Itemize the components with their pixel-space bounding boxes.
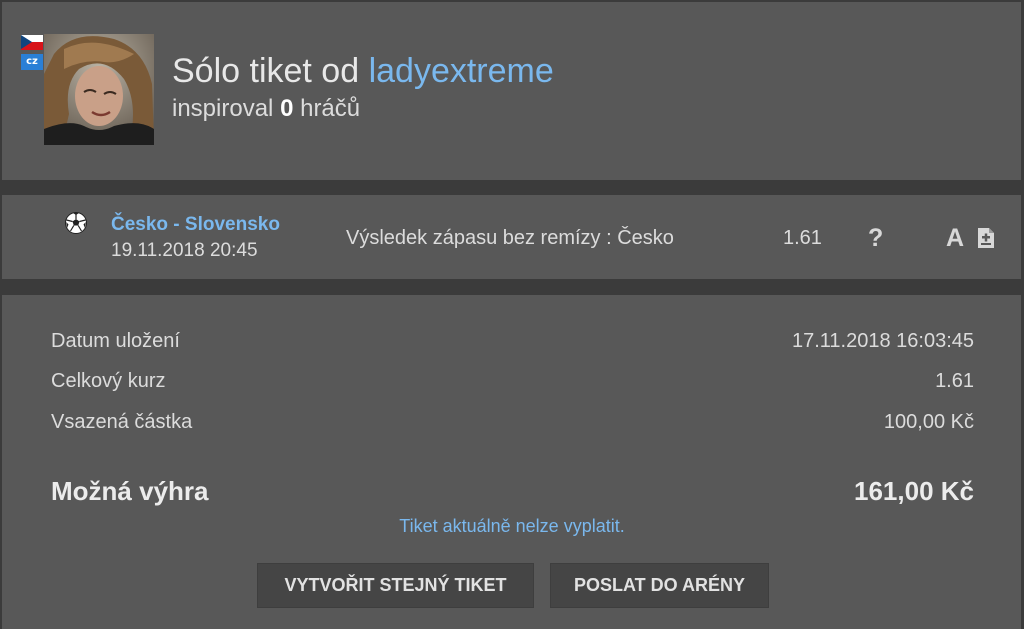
- avatar[interactable]: [44, 34, 154, 145]
- inspired-prefix: inspiroval: [172, 95, 274, 122]
- analysis-a-icon[interactable]: A: [946, 224, 964, 253]
- page-title: Sólo tiket od ladyextreme: [172, 52, 554, 91]
- soccer-ball-icon: [65, 212, 87, 234]
- saved-date-label: Datum uložení: [51, 330, 180, 352]
- question-icon[interactable]: ?: [868, 224, 883, 253]
- saved-date-value: 17.11.2018 16:03:45: [791, 330, 974, 352]
- create-same-ticket-button[interactable]: Vytvořit stejný tiket: [257, 563, 534, 608]
- username-link[interactable]: ladyextreme: [369, 52, 554, 90]
- inspired-line: inspiroval 0 hráčů: [172, 95, 360, 123]
- stake-label: Vsazená částka: [51, 411, 193, 433]
- document-icon[interactable]: [976, 226, 996, 250]
- match-link[interactable]: Česko - Slovensko: [111, 214, 280, 236]
- ticket-header: [2, 2, 1021, 180]
- stake-value: 100,00 Kč: [883, 411, 974, 433]
- country-badge: cz: [21, 54, 43, 70]
- bet-odd: 1.61: [783, 227, 822, 249]
- payout-note: Tiket aktuálně nelze vyplatit.: [399, 516, 625, 536]
- match-datetime: 19.11.2018 20:45: [111, 240, 258, 261]
- czech-flag-icon: [21, 35, 43, 50]
- possible-win-label: Možná výhra: [51, 476, 209, 506]
- title-prefix: Sólo tiket od: [172, 52, 360, 90]
- send-to-arena-button[interactable]: Poslat do arény: [550, 563, 769, 608]
- possible-win-value: 161,00 Kč: [854, 476, 974, 506]
- inspired-count: 0: [280, 95, 294, 122]
- bet-description: Výsledek zápasu bez remízy : Česko: [346, 227, 674, 249]
- total-odd-value: 1.61: [935, 370, 974, 392]
- total-odd-label: Celkový kurz: [51, 370, 166, 392]
- inspired-suffix: hráčů: [300, 95, 361, 122]
